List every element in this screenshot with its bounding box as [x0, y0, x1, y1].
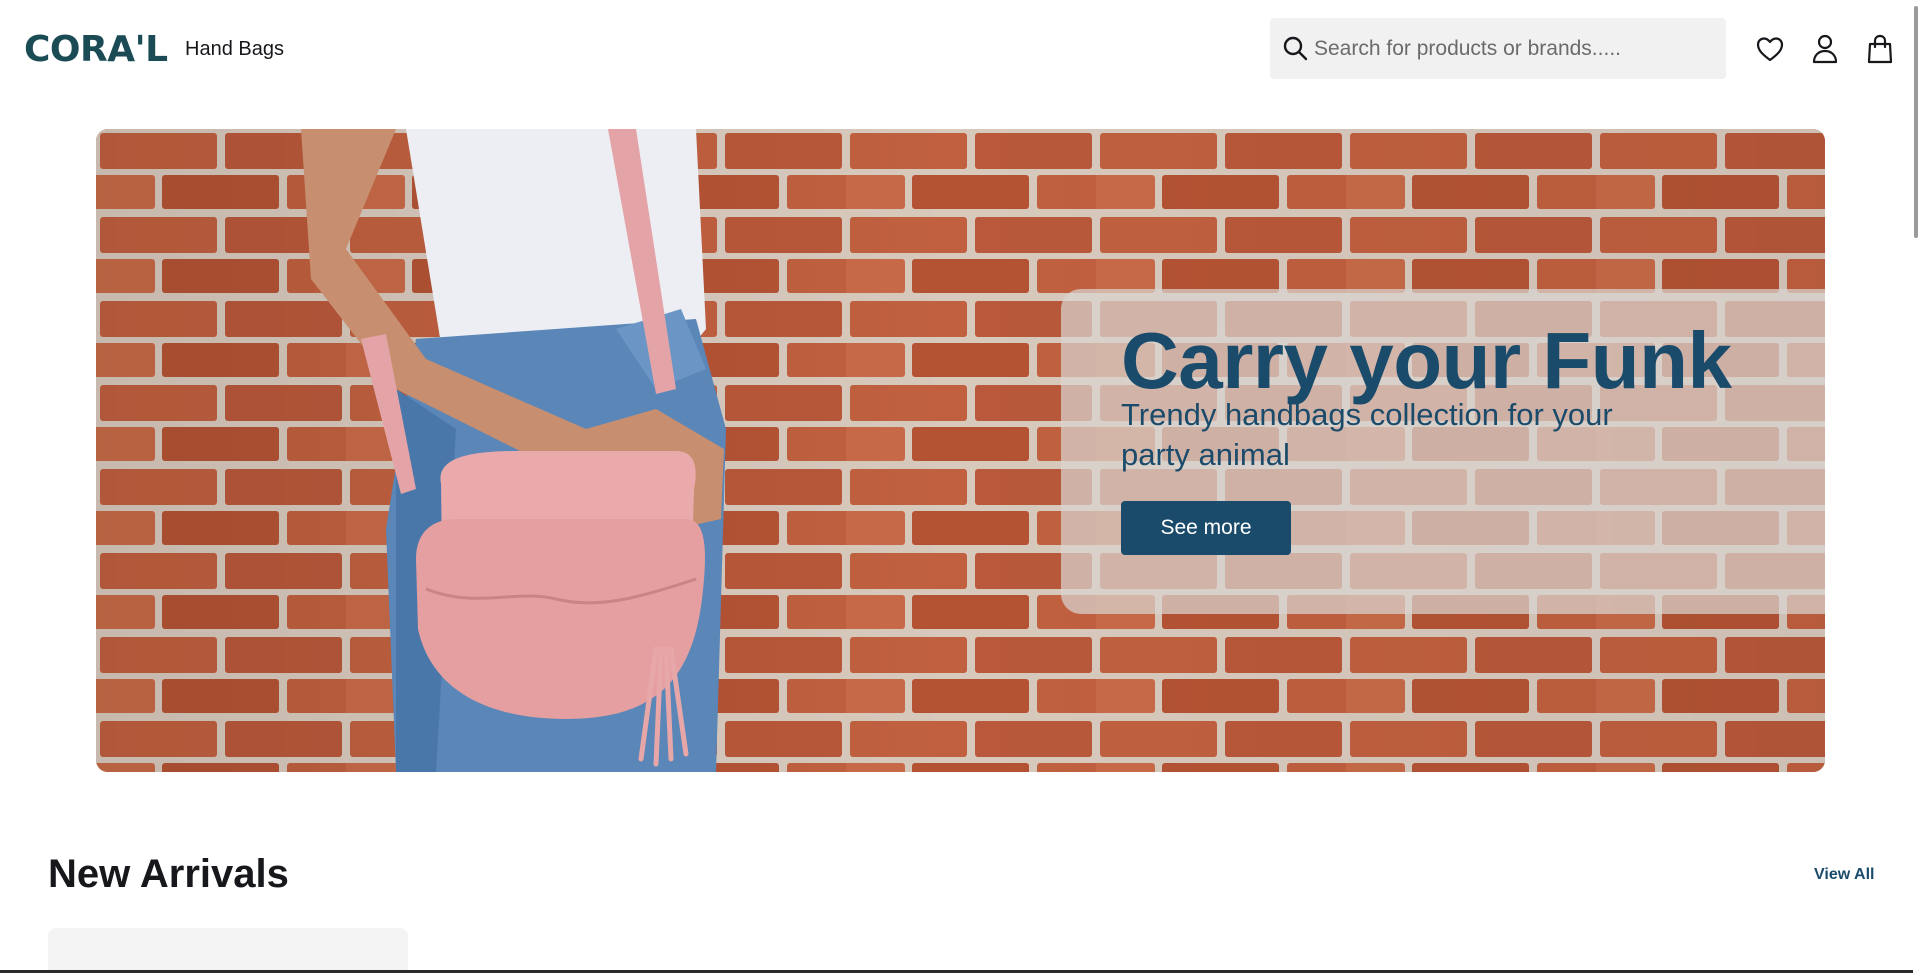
cart-button[interactable] — [1865, 34, 1895, 64]
hero-banner: Carry your Funk Trendy handbags collecti… — [96, 129, 1825, 772]
site-header: CORA'L Hand Bags — [0, 0, 1920, 98]
search-icon — [1283, 36, 1308, 61]
brand-logo[interactable]: CORA'L — [24, 30, 168, 70]
search-bar[interactable] — [1270, 18, 1726, 79]
shopping-bag-icon — [1867, 34, 1893, 64]
hero-subtitle: Trendy handbags collection for your part… — [1121, 397, 1613, 472]
account-button[interactable] — [1810, 34, 1840, 64]
search-input[interactable] — [1314, 18, 1714, 79]
nav-link-hand-bags[interactable]: Hand Bags — [185, 37, 284, 61]
see-more-button[interactable]: See more — [1121, 501, 1291, 555]
view-all-link[interactable]: View All — [1814, 865, 1874, 885]
new-arrivals-title: New Arrivals — [48, 852, 289, 896]
heart-icon — [1756, 37, 1784, 62]
wishlist-button[interactable] — [1755, 34, 1785, 64]
user-icon — [1812, 34, 1838, 64]
hero-overlay-card: Carry your Funk Trendy handbags collecti… — [1061, 289, 1825, 614]
product-card[interactable] — [48, 928, 408, 973]
hero-title: Carry your Funk — [1121, 316, 1732, 405]
scrollbar-thumb[interactable] — [1914, 6, 1918, 238]
